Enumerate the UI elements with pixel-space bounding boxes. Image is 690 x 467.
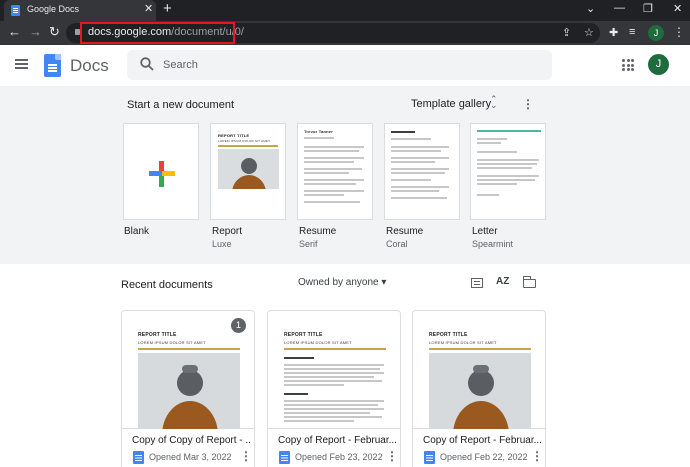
template-resume-coral[interactable]: [384, 123, 460, 220]
browser-tab[interactable]: Google Docs ✕: [4, 0, 156, 21]
browser-tab-bar: Google Docs ✕ + ⌄ — ❐ ✕: [0, 0, 690, 21]
extensions-icon[interactable]: ✚: [609, 26, 618, 39]
docs-header: Docs J: [0, 45, 690, 86]
account-avatar[interactable]: J: [648, 54, 669, 75]
reload-icon[interactable]: ↻: [49, 25, 60, 39]
template-gallery-section: Start a new document Template gallery ⌃ ⌄…: [0, 86, 690, 264]
template-gallery-button[interactable]: Template gallery: [411, 98, 491, 110]
back-arrow-icon[interactable]: ←: [8, 25, 21, 39]
doc-title[interactable]: Copy of Report - Februar...: [278, 435, 396, 446]
docs-file-icon: [133, 451, 144, 464]
new-tab-button[interactable]: +: [163, 0, 172, 17]
photo-image: [138, 353, 240, 429]
url-highlight-box: [80, 22, 235, 44]
template-subname: Spearmint: [472, 239, 514, 249]
template-blank[interactable]: [123, 123, 199, 220]
recent-documents-title: Recent documents: [121, 279, 213, 291]
browser-profile-avatar[interactable]: J: [648, 25, 664, 41]
template-name: Resume: [386, 226, 424, 237]
thumb-title: REPORT TITLE: [138, 332, 177, 338]
template-name: Resume: [299, 226, 337, 237]
docs-favicon-icon: [11, 5, 20, 16]
template-name: Letter: [472, 226, 498, 237]
doc-title[interactable]: Copy of Report - Februar...: [423, 435, 541, 446]
doc-card[interactable]: — REPORT TITLE LOREM IPSUM DOLOR SIT AME…: [412, 310, 546, 467]
bookmark-star-icon[interactable]: ☆: [584, 26, 594, 39]
browser-menu-icon[interactable]: ⋮: [673, 25, 685, 39]
search-box[interactable]: [127, 50, 552, 80]
search-icon[interactable]: [139, 56, 155, 72]
template-resume-serif[interactable]: Trevor Tanner: [297, 123, 373, 220]
sort-az-icon[interactable]: AZ: [496, 276, 509, 287]
doc-opened-date: Opened Mar 3, 2022: [149, 452, 232, 462]
doc-more-options-icon[interactable]: ⋮: [531, 449, 543, 463]
template-name: Report: [212, 226, 243, 237]
template-subname: Serif: [299, 239, 318, 249]
doc-opened-date: Opened Feb 23, 2022: [295, 452, 383, 462]
docs-logo-icon[interactable]: [44, 54, 61, 77]
docs-file-icon: [279, 451, 290, 464]
list-view-icon[interactable]: [471, 278, 483, 288]
window-close-icon[interactable]: ✕: [673, 2, 682, 15]
template-subname: Coral: [386, 239, 408, 249]
section-title: Start a new document: [127, 99, 235, 111]
doc-opened-date: Opened Feb 22, 2022: [440, 452, 528, 462]
thumb-subtitle: LOREM IPSUM DOLOR SIT AMET: [429, 340, 497, 345]
thumb-title: REPORT TITLE: [218, 133, 250, 138]
address-bar[interactable]: docs.google.com/document/u/0/ ⇪ ☆: [66, 22, 600, 44]
tab-close-icon[interactable]: ✕: [144, 2, 153, 15]
doc-title[interactable]: Copy of Copy of Report - ...: [132, 435, 250, 446]
doc-thumbnail[interactable]: — REPORT TITLE LOREM IPSUM DOLOR SIT AME…: [268, 311, 400, 429]
template-subname: Luxe: [212, 239, 232, 249]
doc-card[interactable]: — REPORT TITLE LOREM IPSUM DOLOR SIT AME…: [121, 310, 255, 467]
docs-file-icon: [424, 451, 435, 464]
photo-image: [429, 353, 531, 429]
app-name[interactable]: Docs: [70, 56, 109, 76]
thumb-subtitle: LOREM IPSUM DOLOR SIT AMET: [284, 340, 352, 345]
photo-image: [218, 149, 279, 189]
template-letter-spearmint[interactable]: [470, 123, 546, 220]
minimize-icon[interactable]: —: [614, 2, 625, 14]
doc-more-options-icon[interactable]: ⋮: [386, 449, 398, 463]
shared-count-badge: 1: [231, 318, 246, 333]
dropdown-arrow-icon: ▾: [381, 277, 387, 288]
owner-filter-dropdown[interactable]: Owned by anyone ▾: [298, 277, 386, 288]
template-report-luxe[interactable]: — REPORT TITLE LOREM IPSUM DOLOR SIT AME…: [210, 123, 286, 220]
maximize-icon[interactable]: ❐: [643, 2, 653, 15]
thumb-subtitle: LOREM IPSUM DOLOR SIT AMET: [138, 340, 206, 345]
more-options-icon[interactable]: ⋮: [522, 97, 534, 111]
expand-collapse-icon[interactable]: ⌃ ⌄: [490, 95, 498, 110]
browser-toolbar: ← → ↻ docs.google.com/document/u/0/ ⇪ ☆ …: [0, 21, 690, 45]
template-name: Blank: [124, 226, 150, 237]
doc-card[interactable]: — REPORT TITLE LOREM IPSUM DOLOR SIT AME…: [267, 310, 401, 467]
resume-name: Trevor Tanner: [304, 129, 333, 134]
thumb-subtitle: LOREM IPSUM DOLOR SIT AMET: [218, 139, 271, 143]
doc-thumbnail[interactable]: — REPORT TITLE LOREM IPSUM DOLOR SIT AME…: [413, 311, 545, 429]
google-apps-icon[interactable]: [622, 59, 634, 71]
main-menu-icon[interactable]: [15, 59, 28, 61]
tab-title: Google Docs: [27, 4, 80, 14]
media-queue-icon[interactable]: ≡: [629, 26, 635, 38]
tab-search-icon[interactable]: ⌄: [586, 2, 595, 15]
search-input[interactable]: [163, 55, 543, 75]
folder-picker-icon[interactable]: [522, 276, 536, 288]
doc-more-options-icon[interactable]: ⋮: [240, 449, 252, 463]
share-icon[interactable]: ⇪: [562, 26, 571, 39]
forward-arrow-icon[interactable]: →: [29, 25, 42, 39]
thumb-title: REPORT TITLE: [429, 332, 468, 338]
thumb-title: REPORT TITLE: [284, 332, 323, 338]
